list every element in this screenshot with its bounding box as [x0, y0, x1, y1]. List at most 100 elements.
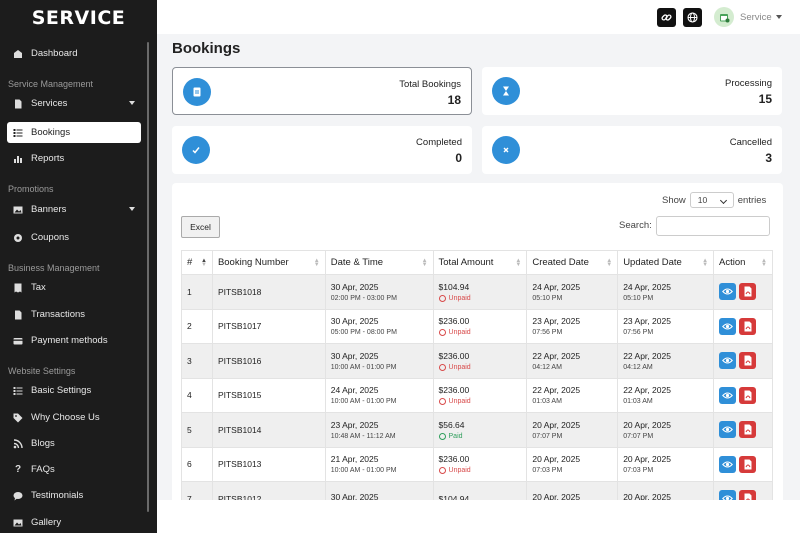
- stat-card-completed[interactable]: Completed 0: [172, 126, 472, 174]
- table-row[interactable]: 6 PITSB1013 21 Apr, 2025 10:00 AM - 01:0…: [181, 446, 773, 482]
- table-row[interactable]: 4 PITSB1015 24 Apr, 2025 10:00 AM - 01:0…: [181, 377, 773, 413]
- column-label: Booking Number: [217, 257, 289, 268]
- chart-icon: [13, 154, 23, 164]
- sidebar-item-label: Banners: [31, 204, 67, 215]
- total-amount: $236.00: [438, 454, 470, 465]
- column-header-action[interactable]: Action ▲ ▼: [713, 250, 773, 275]
- sidebar-item-payment-methods[interactable]: Payment methods: [7, 330, 141, 351]
- view-button[interactable]: [719, 455, 737, 473]
- cell-date-time: 24 Apr, 2025 10:00 AM - 01:00 PM: [324, 377, 434, 413]
- column-header-booking-number[interactable]: Booking Number ▲ ▼: [211, 250, 326, 275]
- sidebar-item-banners[interactable]: Banners: [7, 199, 141, 220]
- pdf-icon: [744, 286, 752, 297]
- view-button[interactable]: [719, 421, 737, 439]
- document-icon: [13, 310, 23, 320]
- language-button[interactable]: [683, 8, 702, 27]
- sidebar-item-faqs[interactable]: ? FAQs: [7, 459, 141, 480]
- brand-logo[interactable]: SERVICE: [0, 0, 157, 36]
- eye-icon: [722, 461, 733, 468]
- eye-icon: [722, 288, 733, 295]
- entries-select[interactable]: 10: [689, 192, 734, 208]
- view-button[interactable]: [719, 386, 737, 404]
- table-row[interactable]: 3 PITSB1016 30 Apr, 2025 10:00 AM - 01:0…: [181, 343, 773, 379]
- stat-card-cancelled[interactable]: Cancelled 3: [482, 126, 782, 174]
- booking-date: 30 Apr, 2025: [330, 316, 379, 327]
- caret-down-icon: [129, 207, 135, 211]
- sidebar-item-label: Testimonials: [31, 490, 84, 501]
- booking-time: 05:00 PM - 08:00 PM: [330, 329, 397, 337]
- booking-number: PITSB1016: [217, 355, 262, 366]
- column-header-total-amount[interactable]: Total Amount ▲ ▼: [432, 250, 528, 275]
- search-label: Search:: [619, 220, 652, 231]
- user-menu[interactable]: Service: [714, 7, 782, 27]
- column-header-number[interactable]: # ▲ ▼: [181, 250, 213, 275]
- table-row[interactable]: 5 PITSB1014 23 Apr, 2025 10:48 AM - 11:1…: [181, 412, 773, 448]
- stat-card-processing[interactable]: Processing 15: [482, 67, 782, 115]
- pdf-icon: [744, 459, 752, 470]
- sidebar-item-testimonials[interactable]: Testimonials: [7, 485, 141, 506]
- cell-created-date: 23 Apr, 2025 07:56 PM: [526, 308, 619, 344]
- pdf-icon: [744, 424, 752, 435]
- column-header-date-time[interactable]: Date & Time ▲ ▼: [324, 250, 434, 275]
- receipt-icon: [13, 283, 23, 293]
- sidebar-item-tax[interactable]: Tax: [7, 277, 141, 298]
- topbar: Service: [157, 0, 800, 34]
- row-number: 4: [187, 390, 192, 401]
- table-header-row: # ▲ ▼ Booking Number ▲ ▼ Date & Time ▲ ▼ Total…: [181, 250, 773, 275]
- stat-card-total-bookings[interactable]: Total Bookings 18: [172, 67, 472, 115]
- sidebar-item-bookings[interactable]: Bookings: [7, 122, 141, 143]
- payment-status-label: Unpaid: [448, 363, 471, 371]
- table-row[interactable]: 2 PITSB1017 30 Apr, 2025 05:00 PM - 08:0…: [181, 308, 773, 344]
- sidebar-item-gallery[interactable]: Gallery: [7, 512, 141, 533]
- check-icon: [192, 147, 200, 154]
- download-pdf-button[interactable]: [739, 352, 757, 370]
- sidebar-item-dashboard[interactable]: Dashboard: [7, 43, 141, 64]
- download-pdf-button[interactable]: [739, 386, 757, 404]
- view-button[interactable]: [719, 317, 737, 335]
- download-pdf-button[interactable]: [739, 283, 757, 301]
- sidebar-item-label: Tax: [31, 282, 46, 293]
- bookings-table: # ▲ ▼ Booking Number ▲ ▼ Date & Time ▲ ▼ Total…: [181, 250, 773, 513]
- excel-button[interactable]: Excel: [181, 216, 220, 238]
- avatar: [714, 7, 734, 27]
- sidebar-item-coupons[interactable]: Coupons: [7, 227, 141, 248]
- column-header-created-date[interactable]: Created Date ▲ ▼: [526, 250, 619, 275]
- updated-time: 05:10 PM: [623, 294, 654, 302]
- sidebar-item-services[interactable]: Services: [7, 93, 141, 114]
- sidebar-scrollbar[interactable]: [147, 42, 149, 512]
- link-button[interactable]: [657, 8, 676, 27]
- view-button[interactable]: [719, 283, 737, 301]
- total-amount: $56.64: [438, 419, 465, 430]
- sidebar-item-why-choose-us[interactable]: Why Choose Us: [7, 407, 141, 428]
- payment-status: Unpaid: [438, 294, 527, 302]
- download-pdf-button[interactable]: [739, 317, 757, 335]
- cell-total-amount: $236.00 Unpaid: [432, 343, 528, 379]
- cell-number: 4: [181, 377, 213, 413]
- created-date: 22 Apr, 2025: [532, 385, 581, 396]
- sidebar-item-label: Transactions: [31, 309, 86, 320]
- sidebar-item-reports[interactable]: Reports: [7, 148, 141, 169]
- close-icon: [503, 147, 509, 153]
- row-number: 6: [187, 459, 192, 470]
- credit-card-icon: [13, 336, 23, 346]
- sidebar-item-transactions[interactable]: Transactions: [7, 304, 141, 325]
- cell-booking-number: PITSB1016: [211, 343, 326, 379]
- created-time: 04:12 AM: [532, 363, 562, 371]
- entries-value: 10: [697, 195, 708, 205]
- created-date: 24 Apr, 2025: [532, 281, 581, 292]
- download-pdf-button[interactable]: [739, 455, 757, 473]
- column-header-updated-date[interactable]: Updated Date ▲ ▼: [617, 250, 715, 275]
- search-input[interactable]: [656, 216, 770, 236]
- cell-booking-number: PITSB1017: [211, 308, 326, 344]
- download-pdf-button[interactable]: [739, 421, 757, 439]
- view-button[interactable]: [719, 352, 737, 370]
- sidebar-item-blogs[interactable]: Blogs: [7, 433, 141, 454]
- column-label: Date & Time: [330, 257, 384, 268]
- status-icon: [438, 398, 446, 406]
- column-label: Created Date: [532, 257, 589, 268]
- cell-booking-number: PITSB1015: [211, 377, 326, 413]
- calendar-user-icon: [719, 13, 729, 22]
- sidebar-item-basic-settings[interactable]: Basic Settings: [7, 380, 141, 401]
- cell-date-time: 23 Apr, 2025 10:48 AM - 11:12 AM: [324, 412, 434, 448]
- table-row[interactable]: 1 PITSB1018 30 Apr, 2025 02:00 PM - 03:0…: [181, 274, 773, 310]
